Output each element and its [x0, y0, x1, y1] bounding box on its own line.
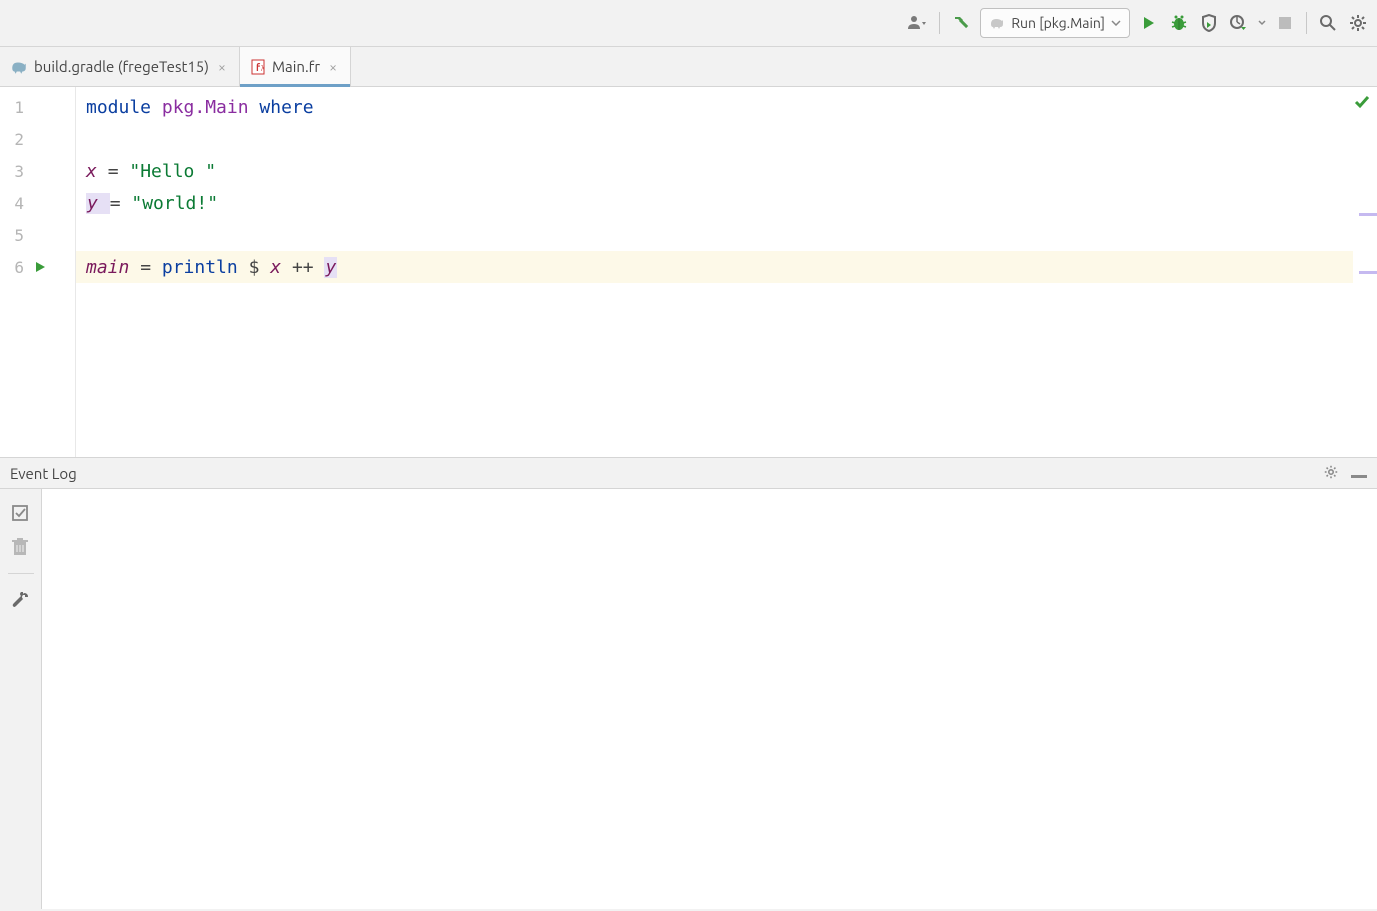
inspection-marker[interactable]: [1359, 271, 1377, 274]
gutter-line[interactable]: 5: [0, 219, 75, 251]
line-number: 4: [6, 194, 24, 213]
line-gutter: 1 2 3 4 5 6: [0, 87, 76, 457]
code-line[interactable]: [76, 219, 1353, 251]
debug-button-icon[interactable]: [1168, 12, 1190, 34]
svg-text:λ: λ: [261, 65, 265, 73]
gutter-line[interactable]: 2: [0, 123, 75, 155]
wrench-icon[interactable]: [11, 590, 31, 610]
gutter-line[interactable]: 1: [0, 91, 75, 123]
editor-tab[interactable]: fλ Main.fr ×: [240, 47, 351, 86]
event-log-settings-icon[interactable]: [1323, 464, 1339, 483]
event-log-panel: [0, 489, 1377, 909]
code-token: main: [86, 257, 140, 278]
settings-gear-icon[interactable]: [1347, 12, 1369, 34]
event-log-title: Event Log: [10, 465, 77, 482]
main-toolbar: Run [pkg.Main]: [0, 0, 1377, 47]
elephant-icon: [989, 16, 1005, 30]
tab-label: Main.fr: [272, 58, 320, 75]
code-token: "world!": [131, 193, 218, 214]
editor-area: 1 2 3 4 5 6 module pkg.Main where x = "Hello "…: [0, 87, 1377, 457]
tab-close-icon[interactable]: ×: [215, 60, 229, 74]
code-line[interactable]: y = "world!": [76, 187, 1353, 219]
code-token: =: [140, 257, 162, 278]
line-number: 6: [6, 258, 24, 277]
coverage-button-icon[interactable]: [1198, 12, 1220, 34]
inspection-marker[interactable]: [1359, 213, 1377, 216]
code-token: x: [86, 161, 108, 182]
event-log-hide-icon[interactable]: [1351, 465, 1367, 482]
analysis-ok-checkmark-icon: [1353, 93, 1371, 111]
frege-file-icon: fλ: [250, 59, 266, 75]
line-number: 5: [6, 226, 24, 245]
hammer-build-icon[interactable]: [950, 12, 972, 34]
separator: [8, 573, 34, 574]
trash-icon[interactable]: [11, 537, 31, 557]
code-token: pkg.Main: [162, 97, 260, 118]
code-line[interactable]: main = println $ x ++ y: [76, 251, 1353, 283]
gutter-line[interactable]: 6: [0, 251, 75, 283]
editor-tab[interactable]: build.gradle (fregeTest15) ×: [0, 47, 240, 86]
tab-label: build.gradle (fregeTest15): [34, 58, 209, 75]
chevron-down-icon: [1111, 20, 1121, 26]
code-token: =: [110, 193, 132, 214]
mark-read-icon[interactable]: [11, 503, 31, 523]
event-log-header[interactable]: Event Log: [0, 457, 1377, 489]
gutter-line[interactable]: 4: [0, 187, 75, 219]
search-icon[interactable]: [1317, 12, 1339, 34]
code-token: x: [270, 257, 292, 278]
editor-tabs: build.gradle (fregeTest15) × fλ Main.fr ×: [0, 47, 1377, 87]
code-line[interactable]: module pkg.Main where: [76, 91, 1353, 123]
code-token: ++: [292, 257, 325, 278]
run-gutter-icon[interactable]: [34, 261, 46, 273]
editor-right-gutter: [1353, 87, 1377, 457]
separator: [1306, 12, 1307, 34]
run-configuration-selector[interactable]: Run [pkg.Main]: [980, 8, 1130, 38]
line-number: 3: [6, 162, 24, 181]
code-line[interactable]: x = "Hello ": [76, 155, 1353, 187]
run-config-label: Run [pkg.Main]: [1011, 15, 1105, 31]
code-token: module: [86, 97, 162, 118]
elephant-icon: [10, 59, 28, 75]
code-token: $: [249, 257, 271, 278]
run-button-icon[interactable]: [1138, 12, 1160, 34]
code-line[interactable]: [76, 123, 1353, 155]
stop-button-icon[interactable]: [1274, 12, 1296, 34]
code-token: where: [259, 97, 313, 118]
gutter-line[interactable]: 3: [0, 155, 75, 187]
code-token: y: [324, 257, 337, 278]
code-content[interactable]: module pkg.Main wherex = "Hello "y = "wo…: [76, 87, 1353, 457]
line-number: 1: [6, 98, 24, 117]
profile-button-icon[interactable]: [1228, 12, 1250, 34]
line-number: 2: [6, 130, 24, 149]
code-token: y: [86, 193, 110, 214]
code-token: println: [162, 257, 249, 278]
separator: [939, 12, 940, 34]
tab-close-icon[interactable]: ×: [326, 60, 340, 74]
event-log-sidebar: [0, 489, 42, 909]
user-dropdown-icon[interactable]: [907, 12, 929, 34]
event-log-content[interactable]: [42, 489, 1377, 909]
chevron-down-icon[interactable]: [1258, 20, 1266, 26]
code-token: =: [108, 161, 130, 182]
code-token: "Hello ": [129, 161, 216, 182]
